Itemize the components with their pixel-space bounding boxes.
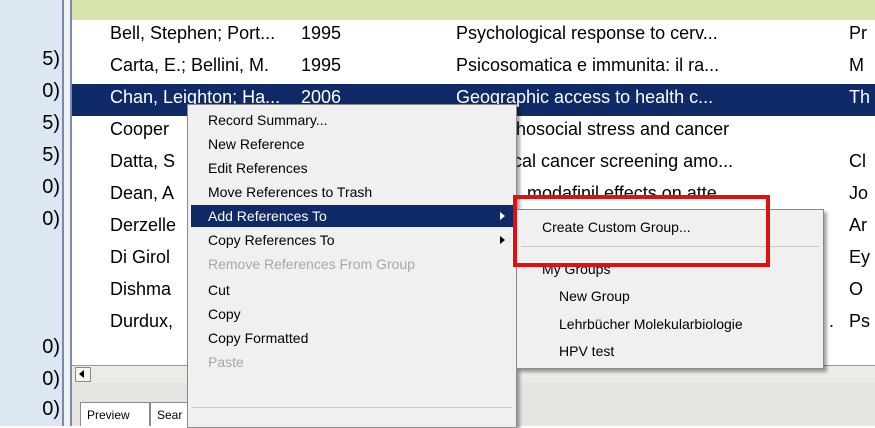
author-cell: Derzelle [110, 215, 177, 235]
submenu-arrow-icon [500, 236, 505, 244]
menu-item-edit-references[interactable]: Edit References [191, 157, 513, 179]
journal-cell: Jo [849, 183, 869, 203]
table-row[interactable]: Bell, Stephen; Port... 1995 Psychologica… [72, 20, 875, 52]
pane-divider[interactable] [62, 0, 64, 426]
top-band [0, 0, 875, 20]
menu-item-cut[interactable]: Cut [191, 279, 513, 301]
menu-item-remove-from-group: Remove References From Group [208, 256, 415, 272]
menu-item-group[interactable]: Lehrbücher Molekularbiologie [559, 316, 743, 332]
title-cell: . [829, 311, 835, 331]
menu-item-add-references-to[interactable]: Add References To [191, 205, 513, 227]
left-pane-count: 0) [42, 176, 60, 198]
tab-preview[interactable]: Preview [80, 402, 150, 426]
author-cell: Bell, Stephen; Port... [110, 23, 276, 43]
journal-cell: Cl [849, 151, 866, 171]
author-cell: Durdux, [110, 311, 174, 331]
year-cell: 1995 [301, 55, 342, 75]
submenu-arrow-icon [500, 212, 505, 220]
scroll-left-icon[interactable] [75, 367, 91, 382]
left-pane-count: 0) [42, 398, 60, 420]
journal-cell: Th [849, 87, 871, 107]
left-pane: 5) 0) 5) 5) 0) 0) 0) 0) 0) [0, 0, 62, 426]
title-cell: hosocial stress and cancer [516, 119, 730, 139]
menu-separator [192, 407, 512, 408]
menu-item-group[interactable]: New Group [559, 288, 630, 304]
table-row[interactable]: Carta, E.; Bellini, M. 1995 Psicosomatic… [72, 52, 875, 84]
author-cell: Di Girol [110, 247, 171, 267]
left-pane-count: 5) [42, 144, 60, 166]
journal-cell: Ps [849, 311, 871, 331]
left-pane-count: 5) [42, 112, 60, 134]
left-pane-count: 5) [42, 48, 60, 70]
year-cell: 1995 [301, 23, 342, 43]
journal-cell: M [849, 55, 864, 75]
author-cell: Dishma [110, 279, 172, 299]
author-cell: Dean, A [110, 183, 175, 203]
tab-search[interactable]: Sear [150, 402, 190, 426]
title-cell: cal cancer screening amo... [513, 151, 734, 171]
left-pane-count: 0) [42, 336, 60, 358]
context-menu: Record Summary... New Reference Edit Ref… [187, 104, 517, 428]
title-cell: Psicosomatica e immunita: il ra... [456, 55, 720, 75]
menu-item-record-summary[interactable]: Record Summary... [191, 109, 513, 131]
menu-item-move-to-trash[interactable]: Move References to Trash [191, 181, 513, 203]
journal-cell: O [849, 279, 864, 299]
menu-item-group[interactable]: HPV test [559, 343, 614, 359]
journal-cell: Pr [849, 23, 867, 43]
left-pane-count: 0) [42, 368, 60, 390]
author-cell: Carta, E.; Bellini, M. [110, 55, 270, 75]
menu-item-copy[interactable]: Copy [191, 303, 513, 325]
menu-item-new-reference[interactable]: New Reference [191, 133, 513, 155]
menu-item-paste: Paste [208, 354, 244, 370]
menu-item-copy-references-to[interactable]: Copy References To [191, 229, 513, 251]
left-pane-count: 0) [42, 80, 60, 102]
highlight-box [513, 195, 770, 267]
journal-cell: Ey [849, 247, 871, 267]
journal-cell: Ar [849, 215, 867, 235]
menu-item-copy-formatted[interactable]: Copy Formatted [191, 327, 513, 349]
title-cell: Psychological response to cerv... [456, 23, 718, 43]
left-pane-count: 0) [42, 208, 60, 230]
author-cell: Datta, S [110, 151, 176, 171]
author-cell: Cooper [110, 119, 170, 139]
